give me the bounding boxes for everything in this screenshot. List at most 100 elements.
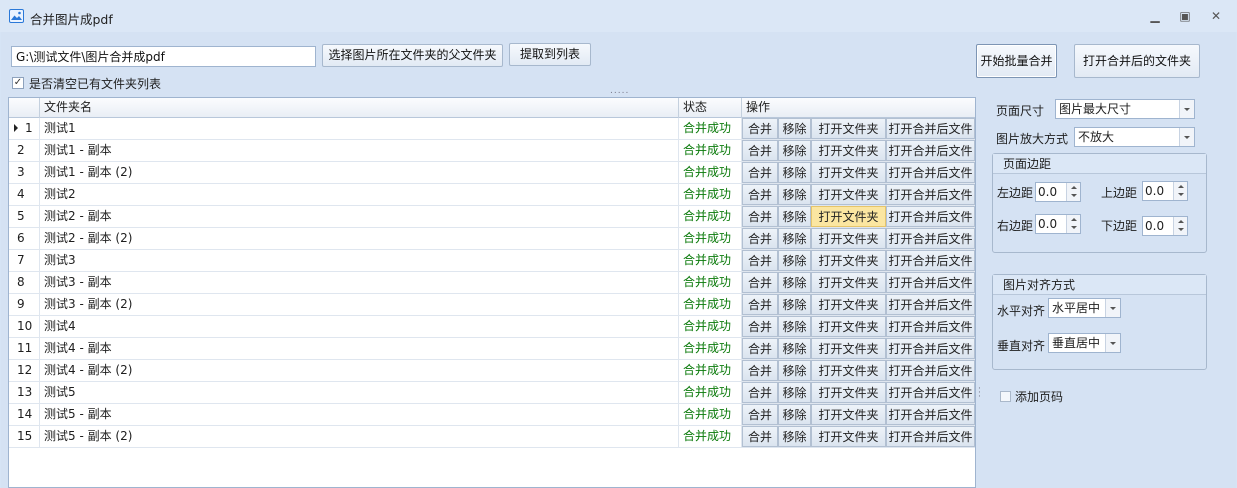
open-merged-file-button[interactable]: 打开合并后文件 — [886, 404, 975, 425]
open-folder-button[interactable]: 打开文件夹 — [811, 426, 886, 447]
merge-button[interactable]: 合并 — [742, 118, 778, 139]
table-row[interactable]: 8 测试3 - 副本 合并成功 合并 移除 打开文件夹 打开合并后文件 — [9, 272, 975, 294]
folder-name-cell[interactable]: 测试3 - 副本 — [40, 272, 679, 293]
table-row[interactable]: 1 测试1 合并成功 合并 移除 打开文件夹 打开合并后文件 — [9, 118, 975, 140]
open-merged-file-button[interactable]: 打开合并后文件 — [886, 338, 975, 359]
splitter-grip-icon[interactable]: ..... — [610, 86, 629, 96]
folder-name-cell[interactable]: 测试5 — [40, 382, 679, 403]
folder-name-cell[interactable]: 测试3 - 副本 (2) — [40, 294, 679, 315]
open-merged-file-button[interactable]: 打开合并后文件 — [886, 162, 975, 183]
maximize-icon[interactable]: ▣ — [1174, 8, 1196, 24]
chevron-down-icon[interactable] — [1179, 128, 1194, 146]
page-size-select[interactable]: 图片最大尺寸 — [1055, 99, 1195, 119]
open-merged-file-button[interactable]: 打开合并后文件 — [886, 228, 975, 249]
folder-path-input[interactable] — [11, 46, 316, 67]
zoom-select[interactable]: 不放大 — [1074, 127, 1195, 147]
table-row[interactable]: 11 测试4 - 副本 合并成功 合并 移除 打开文件夹 打开合并后文件 — [9, 338, 975, 360]
spinner-arrows-icon[interactable] — [1066, 183, 1080, 201]
open-merged-file-button[interactable]: 打开合并后文件 — [886, 426, 975, 447]
remove-button[interactable]: 移除 — [778, 426, 811, 447]
merge-button[interactable]: 合并 — [742, 184, 778, 205]
merge-button[interactable]: 合并 — [742, 382, 778, 403]
extract-to-list-button[interactable]: 提取到列表 — [509, 43, 591, 66]
open-merged-file-button[interactable]: 打开合并后文件 — [886, 206, 975, 227]
spinner-arrows-icon[interactable] — [1066, 215, 1080, 233]
folder-name-cell[interactable]: 测试2 - 副本 (2) — [40, 228, 679, 249]
merge-button[interactable]: 合并 — [742, 294, 778, 315]
open-merged-file-button[interactable]: 打开合并后文件 — [886, 272, 975, 293]
remove-button[interactable]: 移除 — [778, 228, 811, 249]
merge-button[interactable]: 合并 — [742, 316, 778, 337]
remove-button[interactable]: 移除 — [778, 316, 811, 337]
open-merged-file-button[interactable]: 打开合并后文件 — [886, 316, 975, 337]
remove-button[interactable]: 移除 — [778, 382, 811, 403]
open-folder-button[interactable]: 打开文件夹 — [811, 228, 886, 249]
remove-button[interactable]: 移除 — [778, 272, 811, 293]
open-merged-file-button[interactable]: 打开合并后文件 — [886, 294, 975, 315]
open-folder-button[interactable]: 打开文件夹 — [811, 184, 886, 205]
remove-button[interactable]: 移除 — [778, 118, 811, 139]
open-merged-folder-button[interactable]: 打开合并后的文件夹 — [1074, 44, 1200, 78]
remove-button[interactable]: 移除 — [778, 338, 811, 359]
folder-name-cell[interactable]: 测试2 - 副本 — [40, 206, 679, 227]
table-row[interactable]: 12 测试4 - 副本 (2) 合并成功 合并 移除 打开文件夹 打开合并后文件 — [9, 360, 975, 382]
table-row[interactable]: 15 测试5 - 副本 (2) 合并成功 合并 移除 打开文件夹 打开合并后文件 — [9, 426, 975, 448]
open-merged-file-button[interactable]: 打开合并后文件 — [886, 360, 975, 381]
v-align-select[interactable]: 垂直居中 — [1048, 333, 1121, 353]
open-merged-file-button[interactable]: 打开合并后文件 — [886, 250, 975, 271]
h-align-select[interactable]: 水平居中 — [1048, 298, 1121, 318]
table-row[interactable]: 5 测试2 - 副本 合并成功 合并 移除 打开文件夹 打开合并后文件 — [9, 206, 975, 228]
remove-button[interactable]: 移除 — [778, 250, 811, 271]
merge-button[interactable]: 合并 — [742, 162, 778, 183]
table-row[interactable]: 10 测试4 合并成功 合并 移除 打开文件夹 打开合并后文件 — [9, 316, 975, 338]
spinner-arrows-icon[interactable] — [1173, 217, 1187, 235]
batch-merge-button[interactable]: 开始批量合并 — [976, 44, 1057, 78]
open-folder-button[interactable]: 打开文件夹 — [811, 382, 886, 403]
bottom-margin-spinner[interactable]: 0.0 — [1142, 216, 1188, 236]
folder-name-cell[interactable]: 测试4 — [40, 316, 679, 337]
open-merged-file-button[interactable]: 打开合并后文件 — [886, 184, 975, 205]
open-folder-button[interactable]: 打开文件夹 — [811, 118, 886, 139]
open-folder-button[interactable]: 打开文件夹 — [811, 294, 886, 315]
open-folder-button[interactable]: 打开文件夹 — [811, 404, 886, 425]
merge-button[interactable]: 合并 — [742, 250, 778, 271]
select-parent-folder-button[interactable]: 选择图片所在文件夹的父文件夹 — [322, 44, 503, 67]
open-folder-button[interactable]: 打开文件夹 — [811, 316, 886, 337]
page-number-checkbox[interactable] — [1000, 391, 1011, 402]
chevron-down-icon[interactable] — [1179, 100, 1194, 118]
open-folder-button[interactable]: 打开文件夹 — [811, 272, 886, 293]
open-folder-button[interactable]: 打开文件夹 — [811, 162, 886, 183]
header-status[interactable]: 状态 — [679, 98, 742, 118]
clear-list-checkbox[interactable]: ✓ — [12, 77, 24, 89]
chevron-down-icon[interactable] — [1105, 299, 1120, 317]
folder-name-cell[interactable]: 测试1 - 副本 (2) — [40, 162, 679, 183]
open-folder-button[interactable]: 打开文件夹 — [811, 140, 886, 161]
remove-button[interactable]: 移除 — [778, 360, 811, 381]
folder-name-cell[interactable]: 测试2 — [40, 184, 679, 205]
table-row[interactable]: 13 测试5 合并成功 合并 移除 打开文件夹 打开合并后文件 — [9, 382, 975, 404]
remove-button[interactable]: 移除 — [778, 294, 811, 315]
open-folder-button[interactable]: 打开文件夹 — [811, 250, 886, 271]
folder-name-cell[interactable]: 测试4 - 副本 (2) — [40, 360, 679, 381]
minimize-icon[interactable]: ▁ — [1144, 8, 1166, 24]
merge-button[interactable]: 合并 — [742, 426, 778, 447]
table-row[interactable]: 14 测试5 - 副本 合并成功 合并 移除 打开文件夹 打开合并后文件 — [9, 404, 975, 426]
table-row[interactable]: 6 测试2 - 副本 (2) 合并成功 合并 移除 打开文件夹 打开合并后文件 — [9, 228, 975, 250]
open-merged-file-button[interactable]: 打开合并后文件 — [886, 382, 975, 403]
merge-button[interactable]: 合并 — [742, 338, 778, 359]
remove-button[interactable]: 移除 — [778, 404, 811, 425]
merge-button[interactable]: 合并 — [742, 272, 778, 293]
merge-button[interactable]: 合并 — [742, 228, 778, 249]
splitter-handle-icon[interactable]: · · · — [978, 385, 981, 402]
remove-button[interactable]: 移除 — [778, 140, 811, 161]
open-folder-button[interactable]: 打开文件夹 — [811, 360, 886, 381]
folder-name-cell[interactable]: 测试5 - 副本 — [40, 404, 679, 425]
top-margin-spinner[interactable]: 0.0 — [1142, 181, 1188, 201]
right-margin-spinner[interactable]: 0.0 — [1035, 214, 1081, 234]
remove-button[interactable]: 移除 — [778, 206, 811, 227]
left-margin-spinner[interactable]: 0.0 — [1035, 182, 1081, 202]
table-row[interactable]: 7 测试3 合并成功 合并 移除 打开文件夹 打开合并后文件 — [9, 250, 975, 272]
open-merged-file-button[interactable]: 打开合并后文件 — [886, 140, 975, 161]
merge-button[interactable]: 合并 — [742, 360, 778, 381]
folder-name-cell[interactable]: 测试4 - 副本 — [40, 338, 679, 359]
